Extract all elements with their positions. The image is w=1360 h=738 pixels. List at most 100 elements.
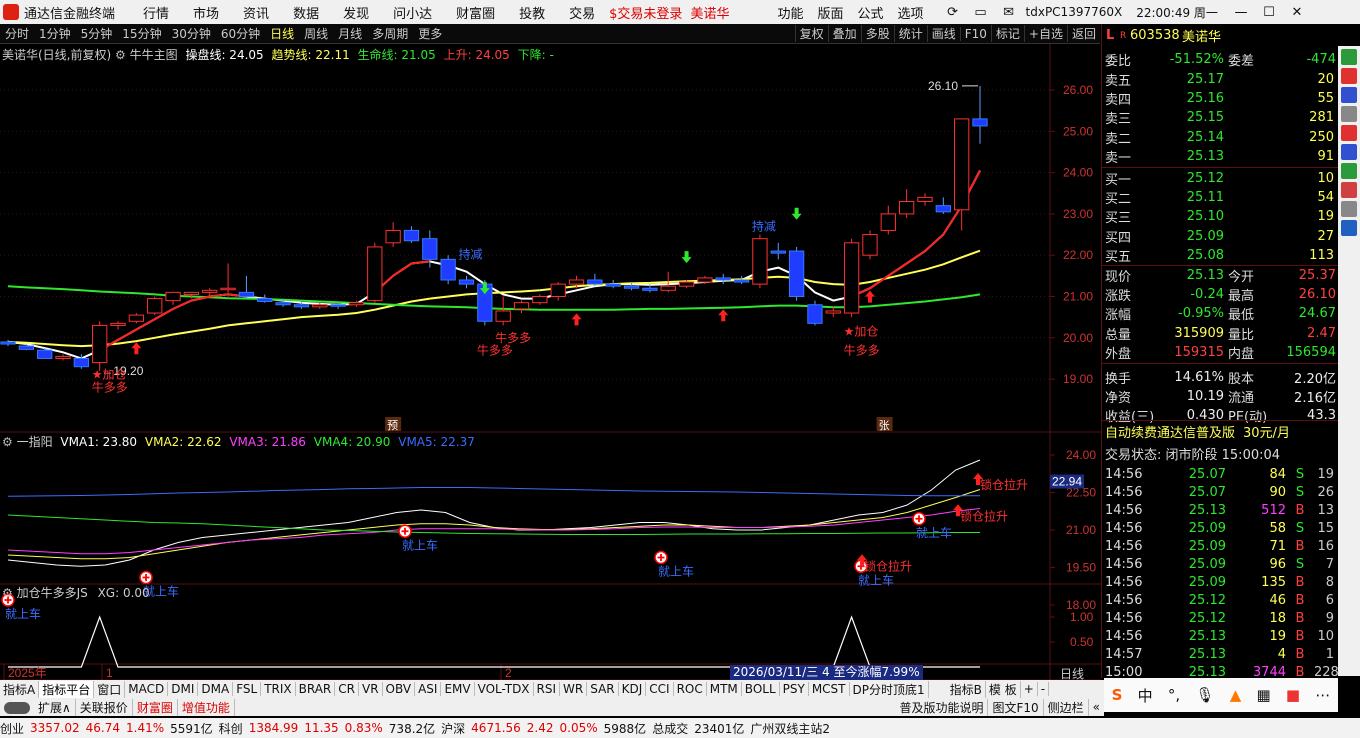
indicator-tab-dma[interactable]: DMA	[198, 682, 234, 696]
btn-diejia[interactable]: 叠加	[827, 25, 861, 42]
ad-banner[interactable]: 自动续费通达信普及版 30元/月	[1102, 422, 1338, 441]
candle-body[interactable]	[458, 279, 475, 285]
indicator-tab-[interactable]: 指标平台	[39, 680, 95, 698]
indicator-tab-sar[interactable]: SAR	[587, 682, 619, 696]
refresh-icon[interactable]: ⟳	[942, 5, 964, 20]
sidebar-doc-icon[interactable]	[1341, 201, 1357, 217]
tf-weekly[interactable]: 周线	[299, 25, 333, 42]
bid-row[interactable]: 买二 25.11 54	[1102, 188, 1338, 207]
candle-body[interactable]	[843, 242, 860, 314]
candle-body[interactable]	[293, 304, 310, 308]
toggle-switch[interactable]	[0, 700, 34, 714]
ime-lang[interactable]: 中	[1138, 685, 1153, 706]
btn-huaxian[interactable]: 画线	[926, 25, 960, 42]
candle-body[interactable]	[147, 298, 163, 314]
candle-body[interactable]	[403, 229, 420, 242]
candle-body[interactable]	[0, 341, 16, 345]
candle-body[interactable]	[275, 302, 291, 306]
bid-row[interactable]: 买一 25.12 10	[1102, 169, 1338, 188]
tf-30min[interactable]: 30分钟	[167, 25, 216, 42]
tick-row[interactable]: 14:56 25.07 90 S 26	[1102, 483, 1338, 501]
bid-row[interactable]: 买三 25.10 19	[1102, 207, 1338, 226]
menu-item-faxian[interactable]: 发现	[343, 3, 369, 22]
candle-body[interactable]	[128, 314, 145, 322]
tf-60min[interactable]: 60分钟	[216, 25, 265, 42]
indicator-tab-roc[interactable]: ROC	[674, 682, 707, 696]
menu-item-gongneng[interactable]: 功能	[777, 3, 803, 22]
kline-chart[interactable]: 26.10←19.20★加仓牛多多牛多多牛多多★加仓牛多多持减持减预 张就上车就上…	[0, 44, 1101, 680]
tf-multi[interactable]: 多周期	[367, 25, 413, 42]
tick-row[interactable]: 14:56 25.12 46 B 6	[1102, 591, 1338, 609]
ime-grid-icon[interactable]: ▦	[1256, 686, 1270, 704]
close-icon[interactable]: ✕	[1286, 5, 1308, 20]
candle-body[interactable]	[568, 279, 585, 285]
sub-tab-caifuquan[interactable]: 财富圈	[133, 698, 178, 716]
stat-row[interactable]: 总量 315909 量比 2.47	[1102, 324, 1338, 343]
candle-body[interactable]	[165, 291, 181, 302]
menu-item-jiaoyi[interactable]: 交易	[569, 3, 595, 22]
ask-row[interactable]: 卖五 25.17 20	[1102, 70, 1338, 89]
indicator-tab-brar[interactable]: BRAR	[296, 682, 336, 696]
indicator-tab-mcst[interactable]: MCST	[809, 682, 850, 696]
bid-row[interactable]: 买四 25.09 27	[1102, 227, 1338, 246]
candle-body[interactable]	[935, 205, 951, 213]
candle-body[interactable]	[422, 238, 438, 260]
candle-body[interactable]	[220, 287, 236, 291]
menu-item-gongshi[interactable]: 公式	[857, 3, 883, 22]
candle-body[interactable]	[605, 283, 621, 287]
sub-tab-expand[interactable]: 扩展∧	[34, 698, 76, 716]
tf-daily[interactable]: 日线	[265, 25, 299, 42]
indicator-tab-emv[interactable]: EMV	[441, 682, 475, 696]
sidebar-grid-icon[interactable]	[1341, 106, 1357, 122]
btn-f10[interactable]: F10	[959, 26, 991, 41]
tick-row[interactable]: 14:56 25.13 19 B 10	[1102, 627, 1338, 645]
indicator-tab-b[interactable]: 指标B	[947, 680, 986, 698]
indicator-tab-[interactable]: 模 板	[986, 680, 1021, 698]
candle-body[interactable]	[330, 304, 346, 307]
btn-duogu[interactable]: 多股	[860, 25, 894, 42]
minimize-icon[interactable]: —	[1230, 5, 1252, 20]
tick-row[interactable]: 14:56 25.09 96 S 7	[1102, 555, 1338, 573]
tick-row[interactable]: 14:56 25.09 58 S 15	[1102, 519, 1338, 537]
indicator-tab-dmi[interactable]: DMI	[168, 682, 199, 696]
candle-body[interactable]	[348, 302, 365, 306]
candle-body[interactable]	[18, 345, 34, 350]
stat-row[interactable]: 涨跌 -0.24 最高 26.10	[1102, 285, 1338, 304]
sub-tab-related[interactable]: 关联报价	[76, 698, 133, 716]
menu-item-toujiao[interactable]: 投教	[519, 3, 545, 22]
candle-body[interactable]	[752, 238, 768, 285]
indicator-tab-obv[interactable]: OBV	[383, 682, 416, 696]
candle-body[interactable]	[972, 118, 988, 127]
candle-body[interactable]	[623, 285, 640, 289]
sidebar-up-icon[interactable]	[1341, 49, 1357, 65]
stat-row[interactable]: 现价 25.13 今开 25.37	[1102, 266, 1338, 285]
sub-right-help[interactable]: 普及版功能说明	[895, 698, 989, 716]
candle-body[interactable]	[37, 349, 53, 359]
sub-tab-value[interactable]: 增值功能	[178, 698, 235, 716]
ime-mic-icon[interactable]: 🎙	[1195, 686, 1214, 704]
sub-right-f10[interactable]: 图文F10	[988, 698, 1044, 716]
tick-row[interactable]: 14:56 25.09 135 B 8	[1102, 573, 1338, 591]
menu-item-wenxiaoda[interactable]: 问小达	[393, 3, 432, 22]
tf-fenshi[interactable]: 分时	[0, 25, 34, 42]
btn-fanhui[interactable]: 返回	[1066, 25, 1100, 42]
indicator-tab-[interactable]: 窗口	[94, 680, 126, 698]
menu-item-caifuquan[interactable]: 财富圈	[456, 3, 495, 22]
indicator-tab-voltdx[interactable]: VOL-TDX	[475, 682, 534, 696]
stat-row[interactable]: 净资 10.19 流通 2.16亿	[1102, 387, 1338, 406]
indicator-tab-asi[interactable]: ASI	[415, 682, 442, 696]
indicator-tab-vr[interactable]: VR	[359, 682, 383, 696]
indicator-tab-mtm[interactable]: MTM	[707, 682, 742, 696]
menu-item-shuju[interactable]: 数据	[293, 3, 319, 22]
ask-row[interactable]: 卖一 25.13 91	[1102, 147, 1338, 166]
candle-body[interactable]	[917, 196, 933, 203]
tf-15min[interactable]: 15分钟	[117, 25, 166, 42]
bid-row[interactable]: 买五 25.08 113	[1102, 246, 1338, 265]
candle-body[interactable]	[697, 277, 713, 283]
candle-body[interactable]	[715, 277, 731, 281]
indicator-tab-boll[interactable]: BOLL	[742, 682, 780, 696]
candle-body[interactable]	[92, 324, 108, 364]
candle-body[interactable]	[862, 234, 878, 256]
sidebar-rsi-icon[interactable]	[1341, 182, 1357, 198]
candle-body[interactable]	[678, 281, 695, 287]
